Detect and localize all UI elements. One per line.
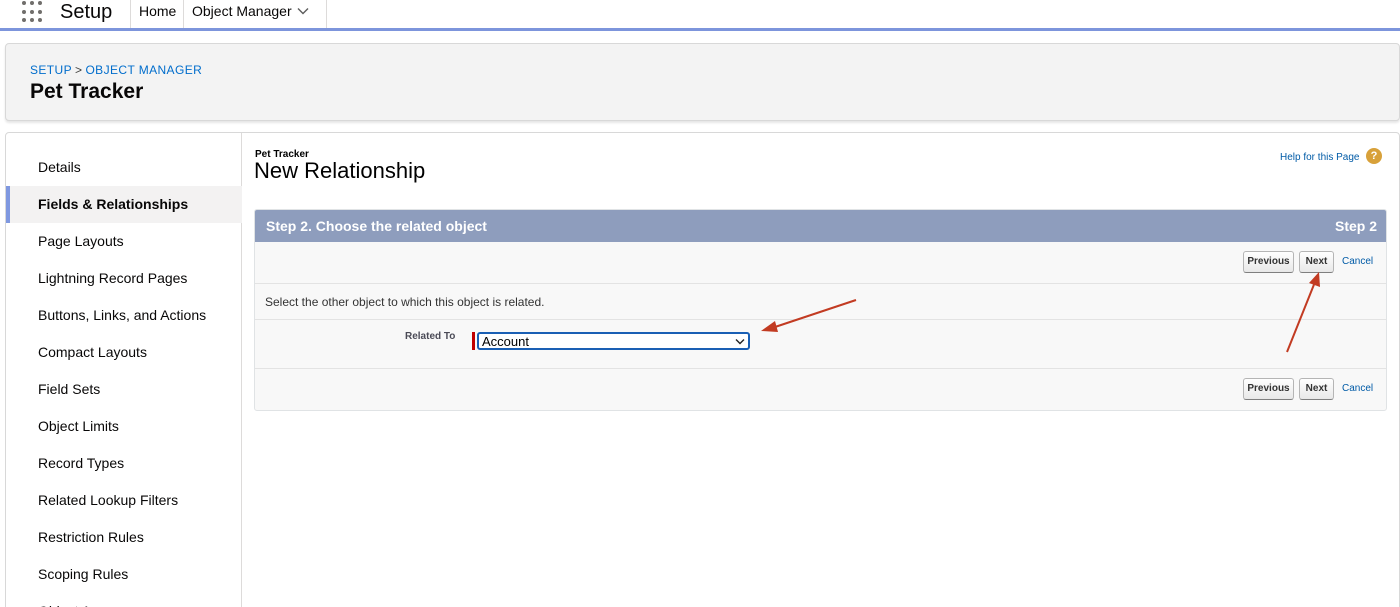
content-card: Details Fields & Relationships Page Layo… [5,132,1400,607]
sidebar-item-buttons-links-actions[interactable]: Buttons, Links, and Actions [6,297,242,334]
sidebar-item-object-limits[interactable]: Object Limits [6,408,242,445]
related-to-select[interactable]: Account [477,332,750,350]
instruction-text: Select the other object to which this ob… [265,295,545,309]
page-header: SETUP > OBJECT MANAGER Pet Tracker [5,43,1400,121]
sidebar-item-related-lookup-filters[interactable]: Related Lookup Filters [6,482,242,519]
cancel-link[interactable]: Cancel [1342,383,1373,395]
sidebar-item-field-sets[interactable]: Field Sets [6,371,242,408]
cancel-link[interactable]: Cancel [1342,256,1373,268]
chevron-down-icon [735,339,745,345]
help-link[interactable]: Help for this Page [1280,152,1360,164]
sidebar-item-object-access[interactable]: Object Access [6,593,242,607]
bottom-button-row: Previous Next Cancel [255,368,1386,410]
object-sidebar: Details Fields & Relationships Page Layo… [6,133,242,607]
related-to-field-row: Related To Account [255,320,1386,368]
app-launcher-icon[interactable] [22,1,44,23]
step-title: Step 2. Choose the related object [266,218,487,234]
app-name: Setup [60,1,113,23]
required-indicator [472,332,475,350]
breadcrumb: SETUP > OBJECT MANAGER [30,63,202,77]
sidebar-item-restriction-rules[interactable]: Restriction Rules [6,519,242,556]
next-button[interactable]: Next [1299,251,1334,273]
instruction-row: Select the other object to which this ob… [255,284,1386,320]
nav-divider [130,0,131,28]
sidebar-item-fields-relationships[interactable]: Fields & Relationships [6,186,242,223]
previous-button[interactable]: Previous [1243,251,1294,273]
previous-button[interactable]: Previous [1243,378,1294,400]
breadcrumb-separator: > [75,63,83,77]
page-heading: New Relationship [254,158,426,183]
related-to-select-value: Account [482,334,529,349]
related-to-label: Related To [405,331,456,342]
top-button-row: Previous Next Cancel [255,242,1386,284]
step-panel: Step 2. Choose the related object Step 2… [254,209,1387,411]
sidebar-item-page-layouts[interactable]: Page Layouts [6,223,242,260]
question-icon[interactable]: ? [1366,148,1382,164]
sidebar-item-scoping-rules[interactable]: Scoping Rules [6,556,242,593]
main-panel: Pet Tracker New Relationship Help for th… [243,133,1399,607]
sidebar-item-compact-layouts[interactable]: Compact Layouts [6,334,242,371]
sidebar-item-lightning-record-pages[interactable]: Lightning Record Pages [6,260,242,297]
tab-object-manager[interactable]: Object Manager [183,0,327,28]
sidebar-item-details[interactable]: Details [6,149,242,186]
tab-object-manager-label: Object Manager [192,3,292,19]
sidebar-item-record-types[interactable]: Record Types [6,445,242,482]
breadcrumb-object-manager-link[interactable]: OBJECT MANAGER [85,63,202,77]
global-header: Setup Home Object Manager [0,0,1400,31]
nav-home-link[interactable]: Home [139,3,176,20]
step-number: Step 2 [1334,218,1377,234]
page-title: Pet Tracker [30,80,144,103]
step-bar: Step 2. Choose the related object Step 2 [255,210,1386,242]
chevron-down-icon[interactable] [296,4,310,18]
next-button[interactable]: Next [1299,378,1334,400]
breadcrumb-setup-link[interactable]: SETUP [30,63,72,77]
